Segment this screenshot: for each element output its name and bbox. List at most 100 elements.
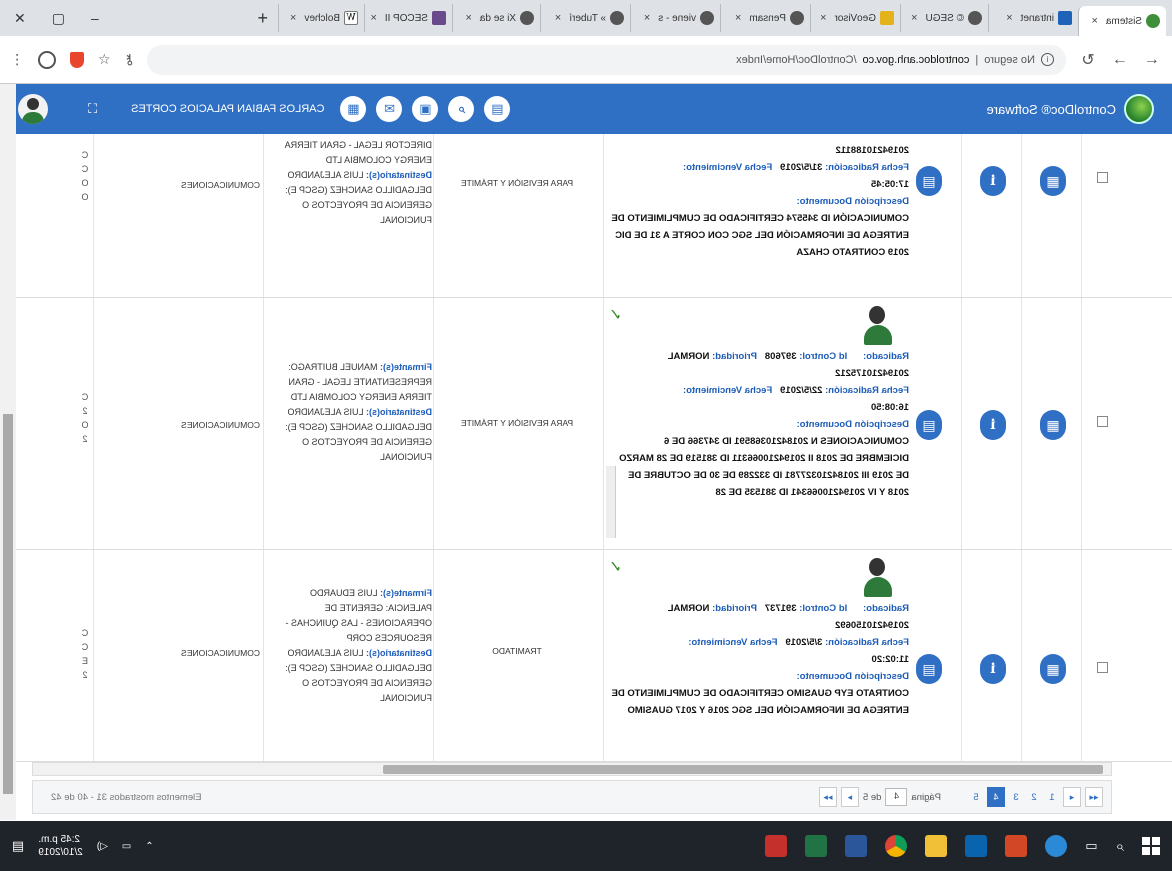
page-2[interactable]: 2: [1027, 792, 1041, 803]
shield-icon[interactable]: [70, 51, 84, 68]
key-icon[interactable]: ⚷: [125, 51, 135, 68]
row-checkbox[interactable]: [1097, 416, 1108, 427]
fecha-radicacion: 22/5/2019: [780, 385, 823, 396]
star-icon[interactable]: ☆: [98, 51, 111, 68]
notifications-icon[interactable]: ▤: [12, 838, 24, 854]
firmante-destinatario: DIRECTOR LEGAL - GRAN TIERRA ENERGY COLO…: [268, 138, 432, 228]
prev-page-button[interactable]: ◂: [1063, 787, 1081, 807]
search-icon[interactable]: ⌕: [1116, 838, 1124, 855]
view-document-icon[interactable]: ▦: [1040, 410, 1066, 440]
first-page-button[interactable]: ◂◂: [1085, 787, 1103, 807]
info-icon[interactable]: i: [980, 166, 1006, 196]
explorer-icon[interactable]: [925, 835, 948, 857]
reload-icon[interactable]: ↻: [1078, 50, 1098, 70]
tab-bolchev[interactable]: W Bolchev ×: [278, 4, 364, 32]
last-page-button[interactable]: ▸▸: [818, 787, 837, 807]
search-icon[interactable]: ⌕: [448, 96, 475, 122]
task-view-icon[interactable]: ▭: [1085, 838, 1097, 854]
scrollbar-thumb[interactable]: [3, 414, 13, 794]
tab-sistema[interactable]: Sistema ×: [1078, 6, 1166, 36]
close-window-button[interactable]: ✕: [14, 10, 26, 27]
globe-icon: [520, 11, 534, 25]
close-icon[interactable]: ×: [735, 12, 741, 24]
col-divider: [263, 298, 264, 549]
table-row[interactable]: ▦ i ▤ ✓ Radicado: Id Control: 391737 Pri…: [0, 550, 1172, 762]
tab-segu[interactable]: © SEGU ×: [900, 4, 988, 32]
documents-grid: ▦ i ▤ 20194210188112 Fecha Radicación: 3…: [0, 134, 1172, 762]
secop-icon: [432, 11, 446, 25]
view-document-icon[interactable]: ▦: [1040, 166, 1066, 196]
info-icon[interactable]: i: [1041, 53, 1054, 66]
url-field[interactable]: i No seguro | controldoc.anh.gov.co/Cont…: [146, 44, 1066, 75]
scrollbar-thumb[interactable]: [383, 765, 1103, 774]
tab-intranet[interactable]: intranet ×: [988, 4, 1078, 32]
mail-icon[interactable]: ✉: [376, 96, 403, 122]
acrobat-icon[interactable]: [765, 835, 788, 857]
page-5[interactable]: 5: [969, 792, 983, 803]
next-page-button[interactable]: ▸: [840, 787, 859, 807]
vertical-scrollbar[interactable]: [0, 84, 16, 820]
fecha-radicacion: 3/5/2019: [785, 637, 823, 648]
view-document-icon[interactable]: ▦: [1040, 654, 1066, 684]
table-row[interactable]: ▦ i ▤ ✓ Radicado: Id Control: 397608 Pri…: [0, 298, 1172, 550]
new-tab-button[interactable]: +: [247, 8, 278, 29]
close-icon[interactable]: ×: [290, 12, 296, 24]
tab-label: Xi se da: [479, 12, 516, 24]
network-icon[interactable]: ▭: [122, 841, 131, 852]
close-icon[interactable]: ×: [370, 12, 376, 24]
maximize-button[interactable]: ▢: [52, 10, 65, 27]
inbox-icon[interactable]: ▣: [412, 96, 439, 122]
close-icon[interactable]: ×: [644, 12, 650, 24]
tab-viene[interactable]: viene - s ×: [630, 4, 720, 32]
tab-label: SECOP II: [384, 12, 428, 24]
volume-icon[interactable]: ◁): [97, 841, 108, 852]
minimize-button[interactable]: –: [91, 10, 99, 26]
tab-secop[interactable]: SECOP II ×: [364, 4, 452, 32]
page-input[interactable]: 4: [885, 788, 908, 806]
excel-icon[interactable]: [805, 835, 828, 857]
info-icon[interactable]: i: [980, 654, 1006, 684]
code-char: C: [81, 150, 89, 160]
close-icon[interactable]: ×: [465, 12, 471, 24]
close-icon[interactable]: ×: [1091, 15, 1097, 27]
menu-icon[interactable]: ⋮: [10, 51, 24, 68]
description-scrollbar[interactable]: [606, 466, 616, 538]
windows-start-icon[interactable]: [1142, 837, 1160, 855]
table-row[interactable]: ▦ i ▤ 20194210188112 Fecha Radicación: 3…: [0, 134, 1172, 298]
page-3[interactable]: 3: [1009, 792, 1023, 803]
descripcion: COMUNICACIÓN ID 345574 CERTIFICADO DE CU…: [611, 213, 909, 258]
clock[interactable]: 2:45 p.m. 2/10/2019: [38, 833, 83, 859]
outlook-icon[interactable]: [965, 835, 988, 857]
profile-icon[interactable]: [38, 50, 56, 69]
fullscreen-icon[interactable]: ⛶: [88, 101, 97, 117]
file-icon[interactable]: ▤: [916, 410, 942, 440]
chrome-icon[interactable]: [885, 835, 908, 857]
word-icon[interactable]: [845, 835, 868, 857]
user-avatar[interactable]: [18, 94, 48, 124]
file-icon[interactable]: ▤: [916, 654, 942, 684]
report-icon[interactable]: ▦: [340, 96, 367, 122]
info-icon[interactable]: i: [980, 410, 1006, 440]
close-icon[interactable]: ×: [911, 12, 917, 24]
code-char: C: [81, 642, 89, 652]
powerpoint-icon[interactable]: [1005, 835, 1028, 857]
tab-tuberi[interactable]: » Tuberí ×: [540, 4, 630, 32]
user-name[interactable]: CARLOS FABIAN PALACIOS CORTES: [131, 103, 324, 115]
chevron-up-icon[interactable]: ⌃: [145, 841, 153, 852]
close-icon[interactable]: ×: [1006, 12, 1012, 24]
page-4-current[interactable]: 4: [987, 787, 1005, 807]
page-1[interactable]: 1: [1045, 792, 1059, 803]
document-icon[interactable]: ▤: [484, 96, 511, 122]
row-checkbox[interactable]: [1097, 662, 1108, 673]
row-checkbox[interactable]: [1097, 172, 1108, 183]
forward-icon[interactable]: →: [1110, 51, 1130, 69]
close-icon[interactable]: ×: [820, 12, 826, 24]
tab-geovisor[interactable]: GeoVisor ×: [810, 4, 900, 32]
tab-xi-se-da[interactable]: Xi se da ×: [452, 4, 540, 32]
ie-icon[interactable]: [1045, 835, 1068, 857]
tab-pensam[interactable]: Pensam ×: [720, 4, 810, 32]
close-icon[interactable]: ×: [555, 12, 561, 24]
horizontal-scrollbar[interactable]: [32, 762, 1112, 776]
back-icon[interactable]: ←: [1142, 51, 1162, 69]
file-icon[interactable]: ▤: [916, 166, 942, 196]
